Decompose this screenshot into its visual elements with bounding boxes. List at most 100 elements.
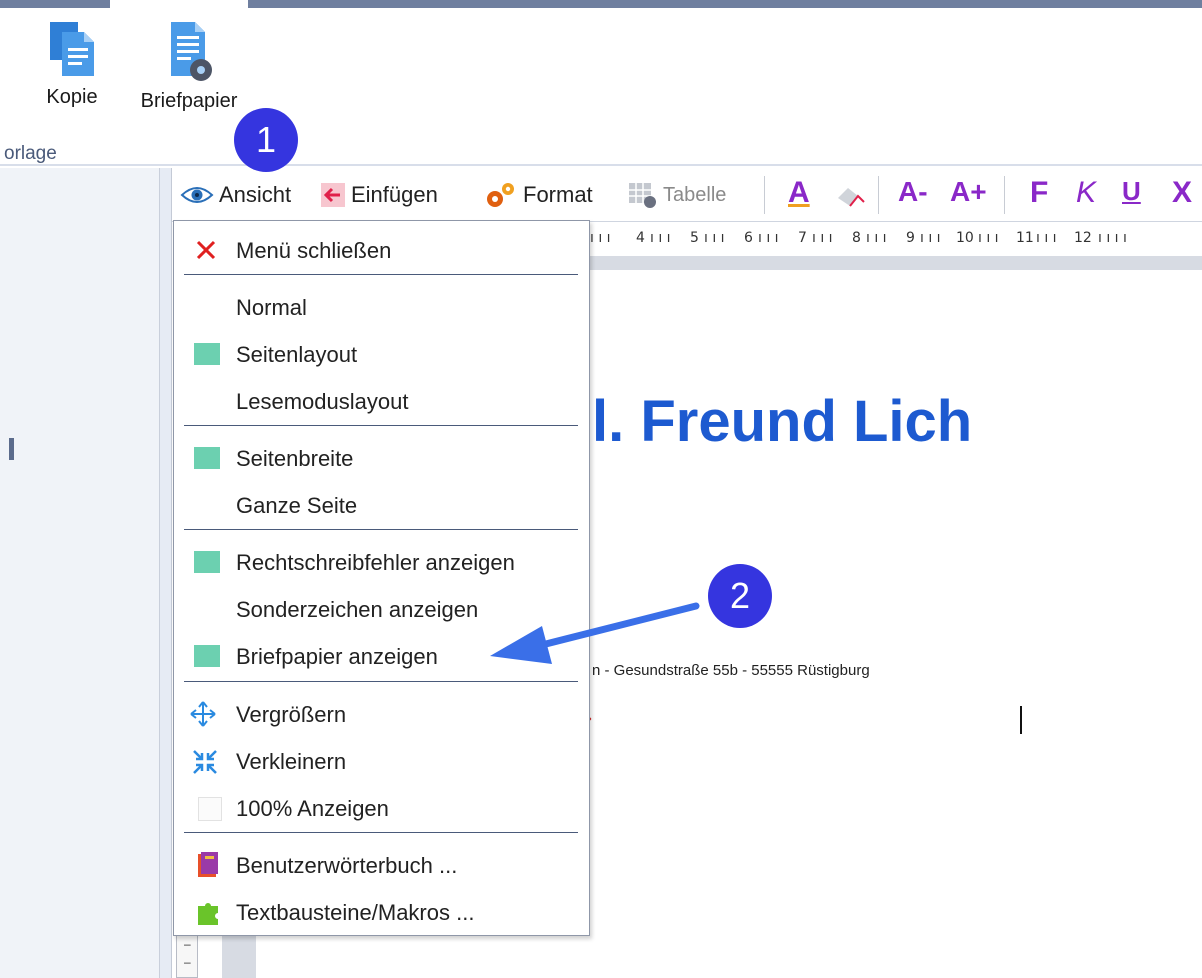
italic-button[interactable]: K (1076, 176, 1096, 210)
checked-icon (194, 645, 220, 667)
copy-document-icon (50, 22, 94, 76)
ruler-ticks: ı ı ı (978, 230, 999, 246)
gears-icon (487, 183, 514, 207)
menu-item-rechtschreibfehler[interactable]: Rechtschreibfehler anzeigen (174, 538, 591, 584)
bold-button[interactable]: F (1030, 176, 1048, 210)
menu-item-ganze-seite[interactable]: Ganze Seite (174, 481, 591, 527)
toolbar-separator (764, 176, 765, 214)
document-heading: l. Freund Lich (592, 389, 973, 454)
menu-item-textbausteine[interactable]: Textbausteine/Makros ... (174, 888, 591, 934)
ruler-number: 8 (852, 230, 861, 246)
ruler-ticks: ı ı ı (812, 230, 833, 246)
menu-item-label: Textbausteine/Makros ... (236, 900, 475, 925)
left-gutter (160, 168, 172, 978)
highlighter-icon[interactable] (832, 182, 872, 212)
dictionary-book-icon (198, 852, 218, 877)
ruler-ticks: ı ı ı (1036, 230, 1057, 246)
insert-arrow-icon (321, 183, 345, 207)
font-color-button[interactable]: A (788, 176, 810, 210)
briefpapier-label: Briefpapier (140, 90, 238, 112)
menu-item-label: Lesemoduslayout (236, 389, 409, 414)
menu-item-label: Seitenbreite (236, 446, 354, 471)
menu-item-label: Rechtschreibfehler anzeigen (236, 550, 515, 575)
ansicht-button[interactable]: Ansicht (180, 180, 291, 210)
text-cursor (1020, 706, 1022, 734)
menu-item-benutzerwoerterbuch[interactable]: Benutzerwörterbuch ... (174, 841, 591, 887)
menu-item-label: Normal (236, 295, 307, 320)
letter-paper-settings-icon (171, 22, 212, 81)
tabelle-button[interactable]: Tabelle (628, 180, 726, 210)
ribbon-group-label: orlage (4, 143, 57, 164)
shrink-arrows-icon (193, 750, 217, 774)
menu-item-label: Benutzerwörterbuch ... (236, 853, 458, 878)
format-label: Format (523, 182, 593, 207)
menu-item-vergroessern[interactable]: Vergrößern (174, 690, 591, 736)
kopie-button[interactable]: Kopie (32, 18, 112, 109)
left-panel (0, 168, 160, 978)
editor-toolbar: Ansicht Einfügen Format Tabelle A A- A+ (172, 168, 1202, 222)
toolbar-separator (878, 176, 879, 214)
menu-item-lesemoduslayout[interactable]: Lesemoduslayout (174, 377, 591, 423)
menu-item-label: Briefpapier anzeigen (236, 644, 438, 669)
checked-icon (194, 447, 220, 469)
ruler-ticks: ı ı ı (650, 230, 671, 246)
eye-icon (180, 187, 214, 203)
ruler-shade (590, 256, 1202, 270)
einfuegen-label: Einfügen (351, 182, 438, 207)
ansicht-label: Ansicht (219, 182, 292, 207)
toolbar-separator (1004, 176, 1005, 214)
menu-item-100-prozent[interactable]: 100% Anzeigen (174, 784, 591, 830)
strikethrough-button[interactable]: X (1172, 176, 1192, 210)
unchecked-icon (198, 797, 222, 821)
menu-item-close[interactable]: Menü schließen (174, 226, 591, 272)
vertical-ruler: – – (176, 930, 198, 978)
ruler-number: 11 (1016, 230, 1034, 246)
font-smaller-button[interactable]: A- (898, 176, 928, 208)
tabelle-label: Tabelle (663, 183, 727, 206)
menu-separator (184, 425, 578, 426)
ruler-number: 7 (798, 230, 807, 246)
ruler-ticks: ı ı ı (920, 230, 941, 246)
menu-separator (184, 832, 578, 833)
menu-item-label: Ganze Seite (236, 493, 358, 518)
horizontal-ruler: ı ı ı 4 ı ı ı 5 ı ı ı 6 ı ı ı 7 ı ı ı 8 … (590, 222, 1202, 272)
callout-arrow-icon (490, 602, 700, 664)
ruler-number: 5 (690, 230, 699, 246)
table-settings-icon (629, 183, 656, 208)
callout-badge-1: 1 (234, 108, 298, 172)
ruler-number: 4 (636, 230, 645, 246)
expand-arrows-icon (190, 701, 216, 727)
menu-separator (184, 681, 578, 682)
menu-item-label: Vergrößern (236, 702, 347, 727)
checked-icon (194, 551, 220, 573)
vruler-tick: – (184, 937, 191, 951)
menu-item-normal[interactable]: Normal (174, 283, 591, 329)
format-button[interactable]: Format (484, 180, 593, 210)
left-panel-marker (9, 438, 14, 460)
puzzle-piece-icon (198, 903, 218, 925)
checked-icon (194, 343, 220, 365)
ruler-number: 6 (744, 230, 753, 246)
vertical-ruler-shade (222, 930, 256, 978)
menu-item-seitenbreite[interactable]: Seitenbreite (174, 434, 591, 480)
kopie-label: Kopie (46, 86, 98, 108)
ruler-ticks: ı ı ı (866, 230, 887, 246)
menu-item-label: Menü schließen (236, 238, 392, 263)
einfuegen-button[interactable]: Einfügen (320, 180, 438, 210)
ruler-ticks: ı ı ı (758, 230, 779, 246)
ruler-ticks: ı ı ı (704, 230, 725, 246)
ruler-number: 9 (906, 230, 915, 246)
font-larger-button[interactable]: A+ (950, 176, 987, 208)
ruler-number: 10 (956, 230, 974, 246)
ruler-number: 12 (1074, 230, 1092, 246)
menu-separator (184, 529, 578, 530)
ansicht-dropdown-menu: Menü schließen Normal Seitenlayout Lesem… (173, 220, 590, 936)
ribbon: Kopie Briefpapier orlage (0, 8, 1202, 166)
menu-item-label: Seitenlayout (236, 342, 358, 367)
briefpapier-button[interactable]: Briefpapier (134, 18, 244, 113)
ruler-ticks: ı ı ı (590, 230, 611, 246)
menu-item-seitenlayout[interactable]: Seitenlayout (174, 330, 591, 376)
underline-button[interactable]: U (1122, 176, 1141, 207)
menu-separator (184, 274, 578, 275)
menu-item-verkleinern[interactable]: Verkleinern (174, 737, 591, 783)
